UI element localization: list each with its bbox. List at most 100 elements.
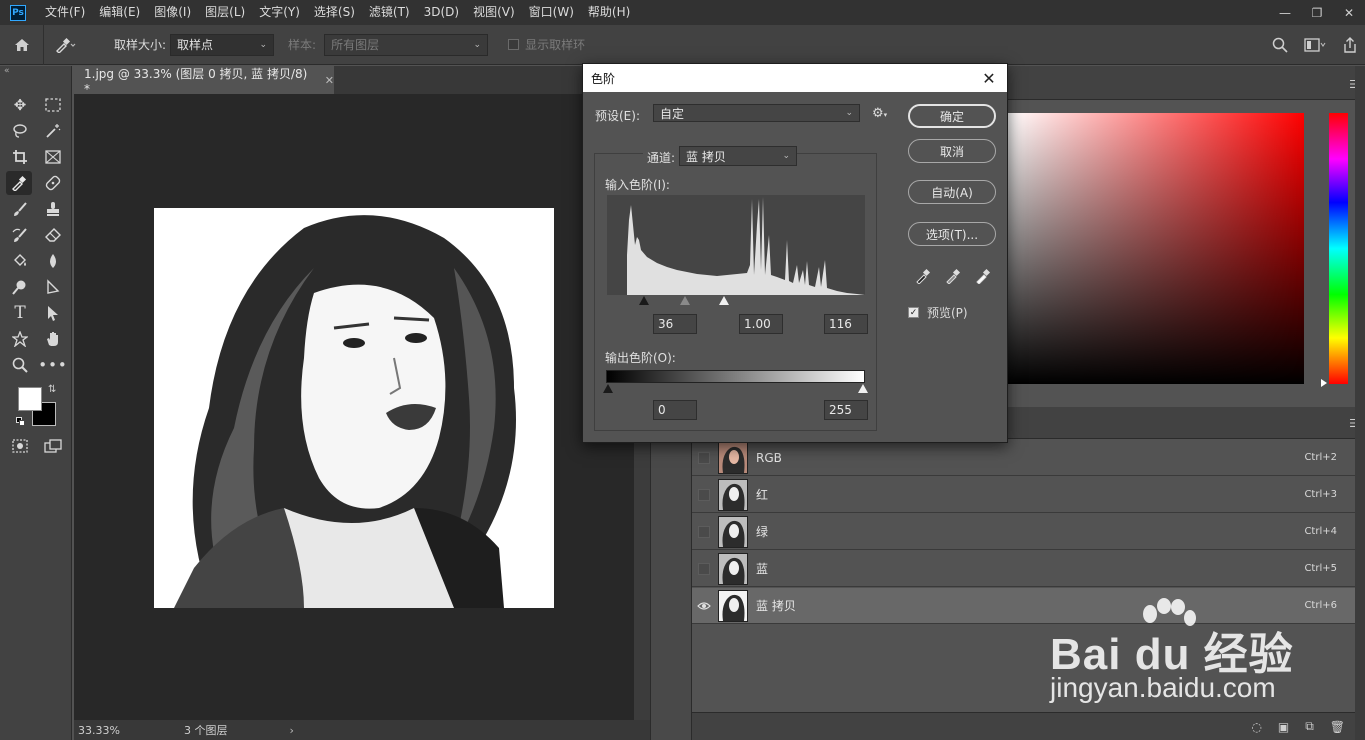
ok-button[interactable]: 确定 xyxy=(908,104,996,128)
lasso-tool-icon[interactable] xyxy=(7,119,33,143)
output-black-slider[interactable] xyxy=(603,384,613,393)
marquee-tool-icon[interactable] xyxy=(40,93,66,117)
visibility-toggle[interactable] xyxy=(692,551,716,587)
gray-point-eyedropper-icon[interactable] xyxy=(944,267,962,285)
hue-slider[interactable] xyxy=(1329,113,1348,384)
clone-stamp-tool-icon[interactable] xyxy=(40,197,66,221)
channel-row[interactable]: RGB Ctrl+2 xyxy=(692,440,1365,476)
output-white-slider[interactable] xyxy=(858,384,868,393)
foreground-color-swatch[interactable] xyxy=(18,387,42,411)
preview-option[interactable]: ✓ 预览(P) xyxy=(908,304,968,321)
channel-thumbnail xyxy=(718,441,748,474)
load-selection-icon[interactable]: ◌ xyxy=(1251,720,1261,734)
dialog-titlebar: 色阶 ✕ xyxy=(583,64,1007,92)
show-sample-ring-option[interactable]: 显示取样环 xyxy=(508,36,585,53)
color-picker-field[interactable] xyxy=(1008,113,1304,384)
eraser-tool-icon[interactable] xyxy=(40,223,66,247)
blur-tool-icon[interactable] xyxy=(40,249,66,273)
search-icon[interactable] xyxy=(1265,37,1295,53)
zoom-tool-icon[interactable] xyxy=(7,353,33,377)
preset-label: 预设(E): xyxy=(595,109,640,123)
status-expand-icon[interactable]: › xyxy=(290,724,294,737)
close-tab-icon[interactable]: ✕ xyxy=(325,74,334,87)
hue-slider-handle[interactable] xyxy=(1321,379,1327,387)
menu-layer[interactable]: 图层(L) xyxy=(198,0,252,25)
menu-select[interactable]: 选择(S) xyxy=(307,0,362,25)
default-colors-icon[interactable] xyxy=(16,417,26,427)
eyedropper-tool-icon[interactable] xyxy=(6,171,32,195)
pen-tool-icon[interactable] xyxy=(40,275,66,299)
magic-wand-tool-icon[interactable] xyxy=(40,119,66,143)
home-icon[interactable] xyxy=(0,24,44,65)
dialog-close-icon[interactable]: ✕ xyxy=(979,68,999,88)
options-button[interactable]: 选项(T)... xyxy=(908,222,996,246)
menu-edit[interactable]: 编辑(E) xyxy=(92,0,147,25)
screen-mode-icon[interactable] xyxy=(40,434,66,458)
input-white-field[interactable]: 116 xyxy=(824,314,868,334)
document-tab[interactable]: 1.jpg @ 33.3% (图层 0 拷贝, 蓝 拷贝/8) * ✕ xyxy=(74,66,334,96)
preview-label: 预览(P) xyxy=(927,306,968,320)
white-point-eyedropper-icon[interactable] xyxy=(974,267,992,285)
menu-image[interactable]: 图像(I) xyxy=(147,0,198,25)
minimize-icon[interactable]: — xyxy=(1269,0,1301,25)
visibility-toggle[interactable] xyxy=(692,477,716,513)
cancel-button[interactable]: 取消 xyxy=(908,139,996,163)
menu-3d[interactable]: 3D(D) xyxy=(417,0,466,25)
more-tools-icon[interactable]: ••• xyxy=(38,353,67,377)
menu-window[interactable]: 窗口(W) xyxy=(522,0,581,25)
save-selection-icon[interactable]: ▣ xyxy=(1278,720,1289,734)
crop-tool-icon[interactable] xyxy=(7,145,33,169)
visibility-toggle[interactable] xyxy=(692,514,716,550)
sample-size-select[interactable]: 取样点 ⌄ xyxy=(170,33,275,56)
input-black-slider[interactable] xyxy=(639,296,649,305)
dodge-tool-icon[interactable] xyxy=(7,275,33,299)
preview-checkbox[interactable]: ✓ xyxy=(908,307,919,318)
input-white-slider[interactable] xyxy=(719,296,729,305)
canvas-image[interactable] xyxy=(154,208,554,608)
toolbar-collapse-icon[interactable]: « xyxy=(4,66,10,76)
delete-channel-icon[interactable]: 🗑 xyxy=(1330,720,1345,734)
channel-row[interactable]: 红 Ctrl+3 xyxy=(692,477,1365,513)
share-icon[interactable] xyxy=(1335,37,1365,53)
channel-select[interactable]: 蓝 拷贝 ⌄ xyxy=(679,146,797,166)
workspace-icon[interactable] xyxy=(1295,38,1335,52)
type-tool-icon[interactable]: T xyxy=(7,301,33,325)
show-sample-ring-checkbox[interactable] xyxy=(508,39,520,50)
input-black-field[interactable]: 36 xyxy=(653,314,697,334)
eye-icon[interactable] xyxy=(692,588,716,624)
path-selection-tool-icon[interactable] xyxy=(40,301,66,325)
eyedropper-preset-icon[interactable] xyxy=(44,25,88,65)
auto-button[interactable]: 自动(A) xyxy=(908,180,996,204)
preset-select[interactable]: 自定 ⌄ xyxy=(653,104,860,122)
menu-help[interactable]: 帮助(H) xyxy=(581,0,637,25)
close-window-icon[interactable]: ✕ xyxy=(1333,0,1365,25)
quick-mask-icon[interactable] xyxy=(7,434,33,458)
hand-tool-icon[interactable] xyxy=(40,327,66,351)
new-channel-icon[interactable]: ⧉ xyxy=(1305,719,1314,734)
menu-view[interactable]: 视图(V) xyxy=(466,0,522,25)
menu-file[interactable]: 文件(F) xyxy=(38,0,92,25)
output-black-field[interactable]: 0 xyxy=(653,400,697,420)
channel-row[interactable]: 蓝 Ctrl+5 xyxy=(692,551,1365,587)
sample-select[interactable]: 所有图层 ⌄ xyxy=(324,33,489,56)
input-gamma-slider[interactable] xyxy=(680,296,690,305)
swap-colors-icon[interactable]: ⇅ xyxy=(48,384,56,395)
preset-options-gear-icon[interactable]: ⚙▾ xyxy=(872,106,887,121)
restore-icon[interactable]: ❐ xyxy=(1301,0,1333,25)
visibility-toggle[interactable] xyxy=(692,440,716,476)
history-brush-tool-icon[interactable] xyxy=(7,223,33,247)
channel-row[interactable]: 绿 Ctrl+4 xyxy=(692,514,1365,550)
healing-brush-tool-icon[interactable] xyxy=(40,171,66,195)
frame-tool-icon[interactable] xyxy=(40,145,66,169)
canvas-area[interactable] xyxy=(74,94,634,720)
input-gamma-field[interactable]: 1.00 xyxy=(739,314,783,334)
paint-bucket-tool-icon[interactable] xyxy=(7,249,33,273)
black-point-eyedropper-icon[interactable] xyxy=(914,267,932,285)
output-white-field[interactable]: 255 xyxy=(824,400,868,420)
menu-type[interactable]: 文字(Y) xyxy=(252,0,307,25)
menu-filter[interactable]: 滤镜(T) xyxy=(362,0,417,25)
brush-tool-icon[interactable] xyxy=(7,197,33,221)
move-tool-icon[interactable]: ✥ xyxy=(7,93,33,117)
custom-shape-tool-icon[interactable] xyxy=(7,327,33,351)
zoom-level[interactable]: 33.33% xyxy=(78,724,134,737)
